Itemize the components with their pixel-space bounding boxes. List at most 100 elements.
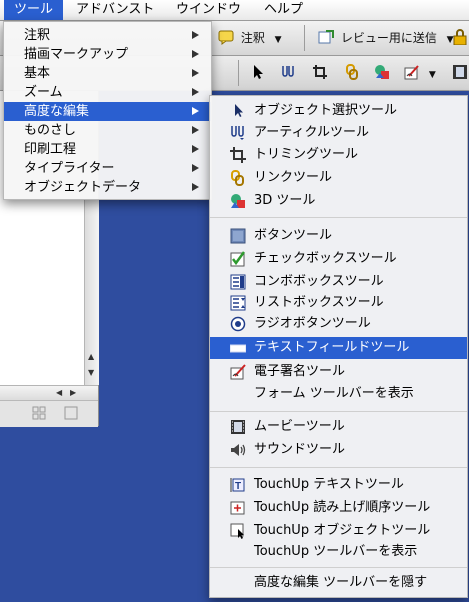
submenu-arrow-icon xyxy=(192,88,199,96)
menu-item-measuring[interactable]: ものさし xyxy=(4,121,211,140)
panel-status-strip xyxy=(0,400,98,427)
menu-item-zoom[interactable]: ズーム xyxy=(4,83,211,102)
chevron-down-icon[interactable]: ▼ xyxy=(275,35,282,45)
review-label: レビュー用に送信 xyxy=(340,31,437,45)
signature-button[interactable]: ▼ xyxy=(404,63,436,83)
menu-item-label: ボタンツール xyxy=(254,228,333,243)
movie-button[interactable] xyxy=(452,63,469,83)
menu-item-button-tool[interactable]: ボタンツール xyxy=(210,225,467,247)
comment-button[interactable]: 注釈 ▼ xyxy=(218,28,282,48)
menu-item-touchup-text-tool[interactable]: T TouchUp テキストツール xyxy=(210,474,467,496)
menu-item-listbox-tool[interactable]: リストボックスツール xyxy=(210,292,467,314)
menu-window[interactable]: ウインドウ xyxy=(166,0,251,20)
button-icon xyxy=(230,228,246,244)
menu-tools[interactable]: ツール xyxy=(4,0,64,20)
menu-help[interactable]: ヘルプ xyxy=(254,0,313,20)
submenu-arrow-icon xyxy=(192,107,199,115)
link-button[interactable] xyxy=(344,63,363,83)
menu-item-article-tool[interactable]: アーティクルツール xyxy=(210,122,467,144)
toolbar-divider xyxy=(238,60,239,86)
grid-view-icon[interactable] xyxy=(32,406,46,424)
menu-item-combobox-tool[interactable]: コンボボックスツール xyxy=(210,271,467,293)
menu-item-label: 高度な編集 ツールバーを隠す xyxy=(254,575,428,590)
combobox-icon xyxy=(230,274,246,290)
menu-item-object-data[interactable]: オブジェクトデータ xyxy=(4,178,211,197)
menu-item-label: タイプライター xyxy=(24,161,115,176)
signature-icon xyxy=(404,64,420,80)
menu-item-checkbox-tool[interactable]: チェックボックスツール xyxy=(210,248,467,270)
menu-bar: ツール アドバンスト ウインドウ ヘルプ xyxy=(0,0,469,21)
menu-item-drawing-markup[interactable]: 描画マークアップ xyxy=(4,45,211,64)
menu-item-print-production[interactable]: 印刷工程 xyxy=(4,140,211,159)
menu-item-3d-tool[interactable]: 3D ツール xyxy=(210,190,467,212)
submenu-arrow-icon xyxy=(192,183,199,191)
lock-button[interactable] xyxy=(452,28,469,48)
menu-item-link-tool[interactable]: リンクツール xyxy=(210,167,467,189)
menu-item-label: 3D ツール xyxy=(254,193,316,208)
touchup-text-icon: T xyxy=(230,477,246,493)
menu-item-movie-tool[interactable]: ムービーツール xyxy=(210,416,467,438)
menu-item-select-object-tool[interactable]: オブジェクト選択ツール xyxy=(210,100,467,122)
menu-item-label: 基本 xyxy=(24,66,51,81)
crop-icon xyxy=(230,147,246,163)
menu-item-hide-advanced-editing-toolbar[interactable]: 高度な編集 ツールバーを隠す xyxy=(210,572,467,594)
menu-item-label: オブジェクトデータ xyxy=(24,180,142,195)
checkbox-icon xyxy=(230,251,246,267)
3d-icon xyxy=(230,193,246,209)
menu-item-radio-tool[interactable]: ラジオボタンツール xyxy=(210,313,467,335)
menu-item-sound-tool[interactable]: サウンドツール xyxy=(210,439,467,461)
submenu-arrow-icon xyxy=(192,69,199,77)
menu-item-show-forms-toolbar[interactable]: フォーム ツールバーを表示 xyxy=(210,383,467,405)
3d-button[interactable] xyxy=(374,63,393,83)
comment-icon xyxy=(218,29,234,45)
advanced-editing-submenu: オブジェクト選択ツール アーティクルツール トリミングツール リンクツール 3D… xyxy=(209,95,468,598)
touchup-reading-order-icon xyxy=(230,500,246,516)
menu-item-signature-tool[interactable]: 電子署名ツール xyxy=(210,361,467,383)
menu-item-label: アーティクルツール xyxy=(254,125,370,140)
scroll-right-arrow-icon[interactable]: ▶ xyxy=(70,388,76,397)
menu-item-show-touchup-toolbar[interactable]: TouchUp ツールバーを表示 xyxy=(210,541,467,563)
menu-item-crop-tool[interactable]: トリミングツール xyxy=(210,144,467,166)
vertical-scrollbar[interactable]: ▲ ▼ xyxy=(84,200,99,385)
menu-advanced[interactable]: アドバンスト xyxy=(66,0,164,20)
menu-item-advanced-editing[interactable]: 高度な編集 xyxy=(4,102,211,121)
arrow-select-icon xyxy=(250,64,266,80)
arrow-select-icon xyxy=(230,103,246,119)
select-object-button[interactable] xyxy=(250,63,269,83)
menu-item-label: オブジェクト選択ツール xyxy=(254,103,398,118)
comment-label: 注釈 xyxy=(240,31,265,45)
tools-menu: 注釈 描画マークアップ 基本 ズーム 高度な編集 ものさし 印刷工程 タイプライ… xyxy=(3,21,212,200)
horizontal-scrollbar[interactable]: ◀ ▶ xyxy=(0,385,98,400)
menu-item-label: リストボックスツール xyxy=(254,295,384,310)
link-icon xyxy=(230,170,246,186)
article-button[interactable] xyxy=(280,63,299,83)
scroll-up-arrow-icon[interactable]: ▲ xyxy=(88,352,94,361)
menu-item-label: サウンドツール xyxy=(254,442,346,457)
menu-item-touchup-object-tool[interactable]: TouchUp オブジェクトツール xyxy=(210,520,467,542)
touchup-object-icon xyxy=(230,523,246,539)
menu-item-label: TouchUp テキストツール xyxy=(254,477,404,492)
page-view-icon[interactable] xyxy=(64,406,78,424)
3d-icon xyxy=(374,64,390,80)
menu-item-touchup-reading-order-tool[interactable]: TouchUp 読み上げ順序ツール xyxy=(210,497,467,519)
menu-item-label: フォーム ツールバーを表示 xyxy=(254,386,414,401)
menu-item-label: ものさし xyxy=(24,123,77,138)
menu-item-text-field-tool[interactable]: テキストフィールドツール xyxy=(210,337,467,359)
menu-item-label: テキストフィールドツール xyxy=(254,340,410,355)
menu-item-typewriter[interactable]: タイプライター xyxy=(4,159,211,178)
menu-item-label: TouchUp オブジェクトツール xyxy=(254,523,431,538)
svg-text:T: T xyxy=(235,481,241,492)
review-icon xyxy=(318,29,334,45)
signature-icon xyxy=(230,364,246,380)
menu-item-label: チェックボックスツール xyxy=(254,251,397,266)
submenu-arrow-icon xyxy=(192,31,199,39)
menu-item-label: コンボボックスツール xyxy=(254,274,384,289)
send-for-review-button[interactable]: レビュー用に送信 ▼ xyxy=(318,28,454,48)
scroll-left-arrow-icon[interactable]: ◀ xyxy=(56,388,62,397)
menu-item-comment[interactable]: 注釈 xyxy=(4,26,211,45)
menu-item-basic[interactable]: 基本 xyxy=(4,64,211,83)
scroll-down-arrow-icon[interactable]: ▼ xyxy=(88,368,94,377)
chevron-down-icon[interactable]: ▼ xyxy=(429,70,436,80)
menu-item-label: 印刷工程 xyxy=(24,142,77,157)
crop-button[interactable] xyxy=(312,63,331,83)
